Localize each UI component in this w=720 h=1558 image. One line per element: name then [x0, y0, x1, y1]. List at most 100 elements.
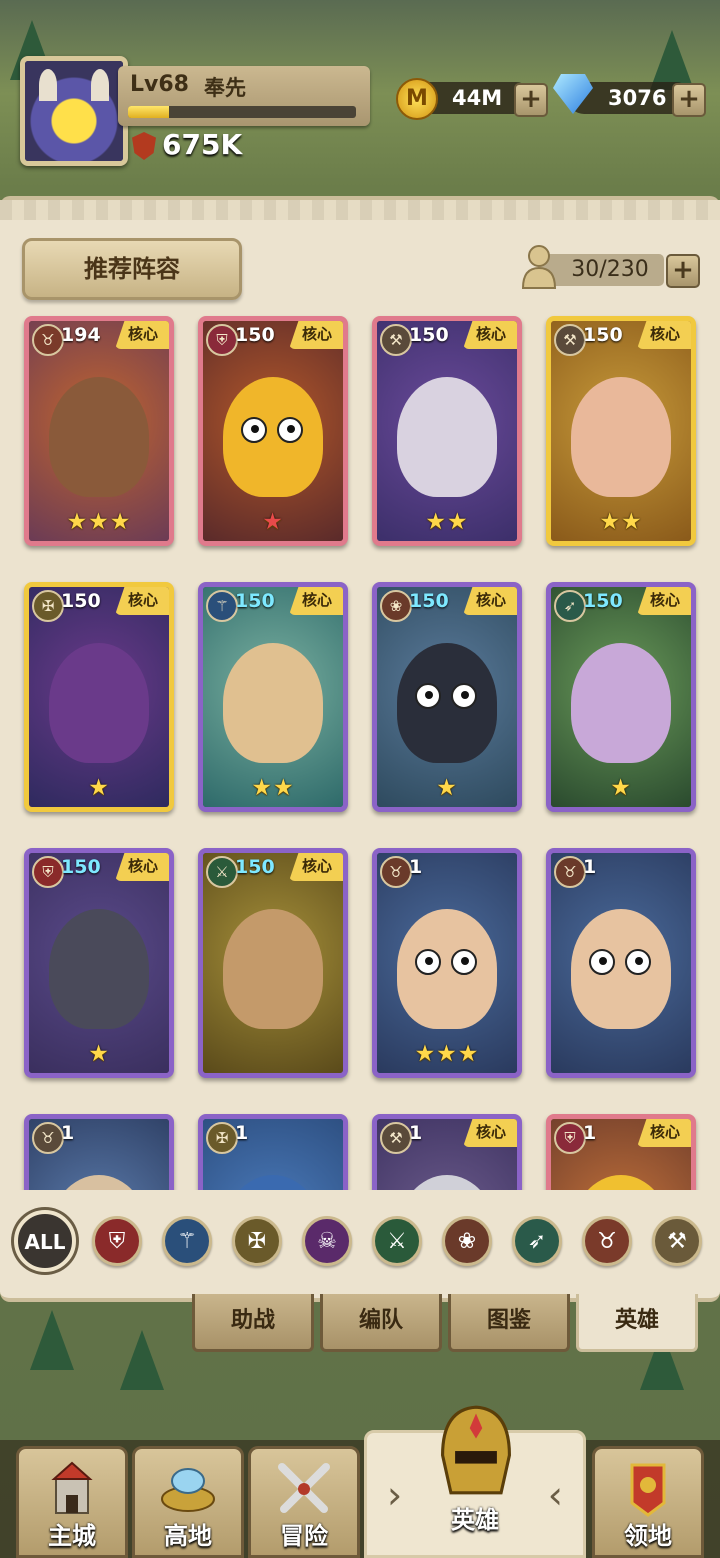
- nav-label: 主城: [48, 1522, 96, 1550]
- hero-stars: ★★: [425, 509, 469, 535]
- hero-class-icon: ⚒: [380, 1122, 412, 1154]
- hero-stars: ★: [436, 775, 458, 801]
- hero-portrait: [223, 909, 323, 1029]
- hero-card[interactable]: ⚒ 150 核心 ★★: [372, 316, 522, 546]
- nav-territory[interactable]: 领地: [592, 1446, 704, 1558]
- shield-icon[interactable]: ⛨: [92, 1216, 142, 1266]
- hero-class-icon: ⚒: [380, 324, 412, 356]
- tab-codex[interactable]: 图鉴: [448, 1294, 570, 1352]
- xp-bar: [128, 106, 356, 118]
- hero-card[interactable]: ♉ 1: [546, 848, 696, 1078]
- gold-coin-icon: M: [396, 78, 438, 120]
- hero-class-icon: ⚚: [206, 590, 238, 622]
- helmet-icon: [441, 1405, 511, 1495]
- hero-card[interactable]: ♉ 1 ★★★: [372, 848, 522, 1078]
- hero-card[interactable]: ✠ 150 核心 ★: [24, 582, 174, 812]
- scenery-tree: [120, 1330, 164, 1390]
- nav-adventure[interactable]: 冒险: [248, 1446, 360, 1558]
- hero-level: 150: [409, 324, 449, 346]
- castle-icon: [51, 1461, 93, 1514]
- hero-class-icon: ✠: [206, 1122, 238, 1154]
- hero-class-icon: ⚔: [206, 856, 238, 888]
- bull-icon[interactable]: ♉: [582, 1216, 632, 1266]
- bow-icon[interactable]: ➶: [512, 1216, 562, 1266]
- hero-card[interactable]: ⛨ 150 核心 ★: [198, 316, 348, 546]
- gem-plus-button[interactable]: +: [672, 83, 706, 117]
- hero-class-icon: ♉: [32, 1122, 64, 1154]
- hero-portrait: [49, 377, 149, 497]
- nav-highland[interactable]: 高地: [132, 1446, 244, 1558]
- nav-label: 高地: [164, 1522, 212, 1550]
- capacity-plus-button[interactable]: +: [666, 254, 700, 288]
- hero-stars: ★: [262, 509, 284, 535]
- crossed-swords-icon: [278, 1463, 330, 1513]
- hero-card[interactable]: ➶ 150 核心 ★: [546, 582, 696, 812]
- hero-stars: ★★: [599, 509, 643, 535]
- hero-card[interactable]: ⛨ 1 核心: [546, 1114, 696, 1190]
- bottom-navigation: 主城 高地 冒险 › ‹ 英雄 领地: [0, 1405, 720, 1558]
- hero-class-icon: ⚒: [554, 324, 586, 356]
- hero-level: 1: [583, 1122, 597, 1144]
- hero-level: 150: [583, 324, 623, 346]
- hero-stars: ★★: [251, 775, 295, 801]
- hero-portrait: [397, 377, 497, 497]
- hero-card[interactable]: ❀ 150 核心 ★: [372, 582, 522, 812]
- daggers-icon[interactable]: ⚔: [372, 1216, 422, 1266]
- hero-stars: ★★★: [414, 1041, 480, 1067]
- hero-portrait: [571, 909, 671, 1029]
- hero-level: 1: [61, 1122, 75, 1144]
- gem-value: 3076: [608, 86, 667, 110]
- player-level-box[interactable]: Lv68 奉先: [118, 66, 370, 126]
- hero-level: 150: [583, 590, 623, 612]
- tab-heroes[interactable]: 英雄: [576, 1294, 698, 1352]
- hero-capacity: 30/230: [571, 257, 649, 282]
- hero-portrait: [49, 909, 149, 1029]
- hero-card[interactable]: ⚒ 150 核心 ★★: [546, 316, 696, 546]
- power-value: 675K: [162, 128, 243, 161]
- panel-trim: [0, 200, 720, 220]
- hero-grid: ♉ 194 核心 ★★★ ⛨ 150 核心 ★ ⚒ 150 核心 ★★ ⚒ 150 核心 ★★ ✠ 150 核心 ★ ⚚…: [0, 308, 720, 1190]
- hero-card[interactable]: ⛨ 150 核心 ★: [24, 848, 174, 1078]
- hero-portrait: [223, 643, 323, 763]
- hero-class-icon: ♉: [554, 856, 586, 888]
- nav-label: 冒险: [280, 1522, 328, 1550]
- player-avatar[interactable]: [20, 56, 128, 166]
- hero-panel: 推荐阵容 30/230 + ♉ 194 核心 ★★★ ⛨ 150 核心 ★ ⚒ 150 核心 ★★ ⚒ 1…: [0, 196, 720, 1302]
- filter-all-button[interactable]: ALL: [14, 1210, 76, 1272]
- tab-assist[interactable]: 助战: [192, 1294, 314, 1352]
- hero-stars: ★: [610, 775, 632, 801]
- hero-class-icon: ❀: [380, 590, 412, 622]
- hero-card[interactable]: ♉ 1: [24, 1114, 174, 1190]
- gold-value: 44M: [452, 86, 503, 110]
- hero-portrait: [49, 643, 149, 763]
- recommend-lineup-button[interactable]: 推荐阵容: [22, 238, 242, 300]
- nav-heroes[interactable]: › ‹ 英雄: [364, 1405, 586, 1558]
- hero-card[interactable]: ⚚ 150 核心 ★★: [198, 582, 348, 812]
- person-icon: [521, 245, 557, 289]
- class-filter-row: ALL ⛨ ⚚ ✠ ☠ ⚔ ❀ ➶ ♉ ⚒: [0, 1210, 720, 1272]
- gold-plus-button[interactable]: +: [514, 83, 548, 117]
- nav-label: 领地: [624, 1522, 672, 1550]
- hero-level: 150: [409, 590, 449, 612]
- highland-icon: [161, 1468, 215, 1512]
- hero-card[interactable]: ⚒ 1 核心: [372, 1114, 522, 1190]
- hero-level: 150: [235, 590, 275, 612]
- hero-card[interactable]: ⚔ 150 核心: [198, 848, 348, 1078]
- hero-class-icon: ➶: [554, 590, 586, 622]
- nav-main-city[interactable]: 主城: [16, 1446, 128, 1558]
- scenery-tree: [650, 30, 694, 90]
- hammer-icon[interactable]: ⚒: [652, 1216, 702, 1266]
- holy-icon[interactable]: ✠: [232, 1216, 282, 1266]
- hero-class-icon: ⛨: [206, 324, 238, 356]
- paw-icon[interactable]: ❀: [442, 1216, 492, 1266]
- skull-icon[interactable]: ☠: [302, 1216, 352, 1266]
- player-name: 奉先: [204, 76, 246, 100]
- hero-level: 1: [409, 856, 423, 878]
- hero-level: 1: [409, 1122, 423, 1144]
- hero-level: 150: [235, 856, 275, 878]
- hero-stars: ★★★: [66, 509, 132, 535]
- tab-formation[interactable]: 编队: [320, 1294, 442, 1352]
- hero-card[interactable]: ✠ 1: [198, 1114, 348, 1190]
- hero-card[interactable]: ♉ 194 核心 ★★★: [24, 316, 174, 546]
- staff-icon[interactable]: ⚚: [162, 1216, 212, 1266]
